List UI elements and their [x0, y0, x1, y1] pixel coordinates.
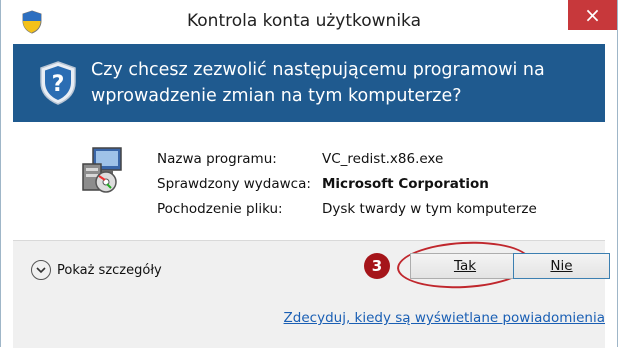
origin-row: Pochodzenie pliku: Dysk twardy w tym komp… — [157, 201, 537, 217]
window-title: Kontrola konta użytkownika — [186, 11, 422, 31]
no-button-label: Nie — [550, 258, 573, 274]
program-name-row: Nazwa programu: VC_redist.x86.exe — [157, 151, 443, 167]
uac-shield-icon: ? — [40, 61, 76, 105]
program-name-label: Nazwa programu: — [157, 151, 277, 167]
show-details-label: Pokaż szczegóły — [57, 262, 162, 278]
uac-dialog: Kontrola konta użytkownika × ? Czy chces… — [0, 0, 618, 348]
prompt-question: Czy chcesz zezwolić następującemu progra… — [91, 60, 545, 106]
yes-button-label: Tak — [453, 258, 477, 274]
step-marker-badge: 3 — [364, 253, 390, 279]
title-bar: Kontrola konta użytkownika × — [1, 0, 617, 44]
program-name-value: VC_redist.x86.exe — [322, 151, 444, 167]
publisher-label: Sprawdzony wydawca: — [157, 176, 311, 192]
yes-button[interactable]: Tak — [410, 253, 520, 279]
origin-value: Dysk twardy w tym komputerze — [322, 201, 537, 217]
svg-text:?: ? — [52, 72, 65, 97]
show-details-toggle[interactable]: Pokaż szczegóły — [31, 260, 162, 280]
dialog-footer: Pokaż szczegóły 3 Tak Nie Zdecyduj, kied… — [13, 238, 610, 348]
prompt-banner: ? Czy chcesz zezwolić następującemu prog… — [13, 44, 605, 122]
publisher-row: Sprawdzony wydawca: Microsoft Corporation — [157, 176, 489, 192]
notification-settings-link[interactable]: Zdecyduj, kiedy są wyświetlane powiadomi… — [284, 310, 605, 326]
publisher-value: Microsoft Corporation — [322, 176, 489, 192]
origin-label: Pochodzenie pliku: — [157, 201, 283, 217]
close-button[interactable]: × — [568, 0, 617, 30]
chevron-down-icon — [31, 260, 51, 280]
installer-program-icon — [82, 147, 122, 193]
no-button[interactable]: Nie — [513, 253, 610, 279]
program-details: Nazwa programu: VC_redist.x86.exe Sprawdz… — [13, 122, 605, 242]
